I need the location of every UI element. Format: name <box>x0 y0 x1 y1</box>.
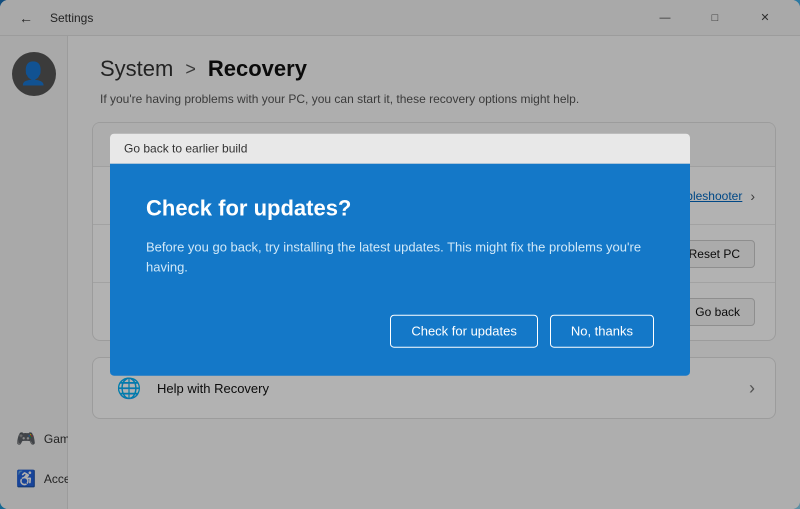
check-for-updates-button[interactable]: Check for updates <box>390 315 538 348</box>
dialog-wrapper: Go back to earlier build Check for updat… <box>110 133 690 376</box>
dialog-description: Before you go back, try installing the l… <box>146 237 654 279</box>
dialog-title: Check for updates? <box>146 195 654 221</box>
no-thanks-button[interactable]: No, thanks <box>550 315 654 348</box>
dialog-titlebar: Go back to earlier build <box>110 133 690 163</box>
dialog-actions: Check for updates No, thanks <box>146 315 654 348</box>
dialog-body: Check for updates? Before you go back, t… <box>110 163 690 376</box>
